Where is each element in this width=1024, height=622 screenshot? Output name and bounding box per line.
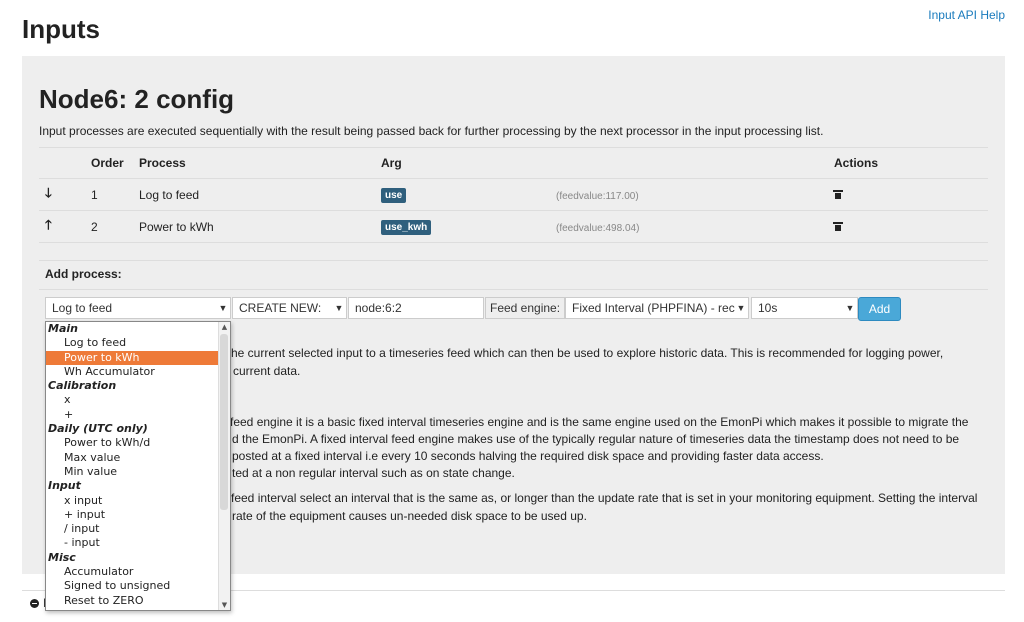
dropdown-option[interactable]: - input	[46, 536, 230, 550]
description-line: feed interval select an interval that is…	[231, 491, 978, 505]
engine-select-value: Fixed Interval (PHPFINA) - rec	[572, 301, 735, 315]
chevron-down-icon: ▼	[736, 303, 746, 313]
description-line: d the EmonPi. A fixed interval feed engi…	[232, 432, 960, 446]
add-process-label: Add process:	[45, 267, 122, 281]
feed-value: (feedvalue:117.00)	[556, 190, 639, 202]
description-line: rate of the equipment causes un-needed d…	[232, 509, 587, 523]
dropdown-option[interactable]: / input	[46, 522, 230, 536]
dropdown-group-label: Main	[48, 322, 78, 335]
move-up-icon[interactable]: 🡑	[39, 217, 52, 232]
process-select-value: Log to feed	[52, 301, 113, 315]
process-table: Order Process Arg Actions 🡓 1 Log to fee…	[39, 147, 988, 243]
feed-name-input[interactable]: node:6:2	[348, 297, 484, 319]
dropdown-scrollbar[interactable]: ▲ ▼	[218, 322, 230, 610]
dropdown-option[interactable]: x	[46, 393, 230, 407]
process-table-header: Order Process Arg Actions	[39, 147, 988, 179]
dropdown-option[interactable]: Reset to ZERO	[46, 594, 230, 608]
dropdown-option[interactable]: Signed to unsigned	[46, 579, 230, 593]
dropdown-option[interactable]: Log to feed	[46, 336, 230, 350]
dropdown-group-label: Daily (UTC only)	[48, 422, 148, 436]
node-title-suffix: config	[156, 84, 235, 114]
chevron-down-icon: ▼	[845, 303, 855, 313]
divider	[39, 289, 988, 290]
description-line: current data.	[233, 364, 301, 378]
scroll-down-icon[interactable]: ▼	[219, 600, 230, 610]
page-title: Inputs	[22, 14, 100, 44]
delete-icon[interactable]	[833, 221, 843, 231]
chevron-down-icon: ▼	[218, 303, 228, 313]
divider	[39, 260, 988, 261]
scroll-thumb[interactable]	[220, 334, 228, 510]
dropdown-option[interactable]: +	[46, 408, 230, 422]
dropdown-option[interactable]: Power to kWh/d	[46, 436, 230, 450]
delete-icon[interactable]	[833, 189, 843, 199]
feed-interval-select[interactable]: 10s ▼	[751, 297, 858, 319]
description-line: posted at a fixed interval i.e every 10 …	[232, 449, 824, 463]
col-actions: Actions	[834, 147, 988, 179]
collapse-icon[interactable]	[30, 599, 39, 608]
node-id: 2	[134, 84, 149, 114]
dropdown-option[interactable]: + input	[46, 508, 230, 522]
dropdown-option[interactable]: Accumulator	[46, 565, 230, 579]
dropdown-option[interactable]: Max value	[46, 451, 230, 465]
dropdown-group-label: Misc	[48, 550, 76, 564]
table-row: 🡓 1 Log to feed use (feedvalue:117.00)	[39, 178, 988, 211]
add-button[interactable]: Add	[858, 297, 901, 321]
process-dropdown-list[interactable]: Main Log to feed Power to kWh Wh Accumulato…	[45, 321, 231, 611]
intro-text: Input processes are executed sequentiall…	[39, 124, 824, 138]
arg-badge[interactable]: use	[381, 187, 407, 203]
create-new-select[interactable]: CREATE NEW: ▼	[232, 297, 347, 319]
description-line: ted at a non regular interval such as on…	[232, 466, 515, 480]
feed-value: (feedvalue:498.04)	[556, 222, 640, 234]
node-config-title: Node6: 2 config	[39, 84, 234, 115]
table-row: 🡑 2 Power to kWh use_kwh (feedvalue:498.…	[39, 210, 988, 243]
input-api-help-link[interactable]: Input API Help	[928, 8, 1005, 22]
dropdown-items: Main Log to feed Power to kWh Wh Accumulato…	[46, 322, 230, 608]
col-order: Order	[91, 147, 139, 179]
feed-engine-select[interactable]: Fixed Interval (PHPFINA) - rec ▼	[565, 297, 749, 319]
dropdown-option[interactable]: Wh Accumulator	[46, 365, 230, 379]
col-process: Process	[139, 147, 381, 179]
move-down-icon[interactable]: 🡓	[39, 185, 52, 200]
description-line: he current selected input to a timeserie…	[231, 346, 944, 360]
dropdown-group-label: Calibration	[48, 379, 117, 393]
arg-badge[interactable]: use_kwh	[381, 219, 432, 235]
row-order: 2	[91, 210, 139, 243]
process-select[interactable]: Log to feed ▼	[45, 297, 231, 319]
dropdown-option[interactable]: Min value	[46, 465, 230, 479]
dropdown-group-label: Input	[48, 479, 81, 493]
create-select-value: CREATE NEW:	[239, 301, 322, 315]
description-line: feed engine it is a basic fixed interval…	[230, 415, 969, 429]
chevron-down-icon: ▼	[334, 303, 344, 313]
scroll-up-icon[interactable]: ▲	[219, 322, 230, 332]
col-arg: Arg	[381, 147, 556, 179]
row-process: Power to kWh	[139, 210, 381, 243]
node-name: Node6:	[39, 84, 128, 114]
dropdown-option[interactable]: Power to kWh	[46, 350, 230, 365]
interval-select-value: 10s	[758, 301, 778, 315]
row-order: 1	[91, 178, 139, 211]
row-process: Log to feed	[139, 178, 381, 211]
dropdown-option[interactable]: x input	[46, 494, 230, 508]
feed-engine-label: Feed engine:	[485, 297, 566, 319]
